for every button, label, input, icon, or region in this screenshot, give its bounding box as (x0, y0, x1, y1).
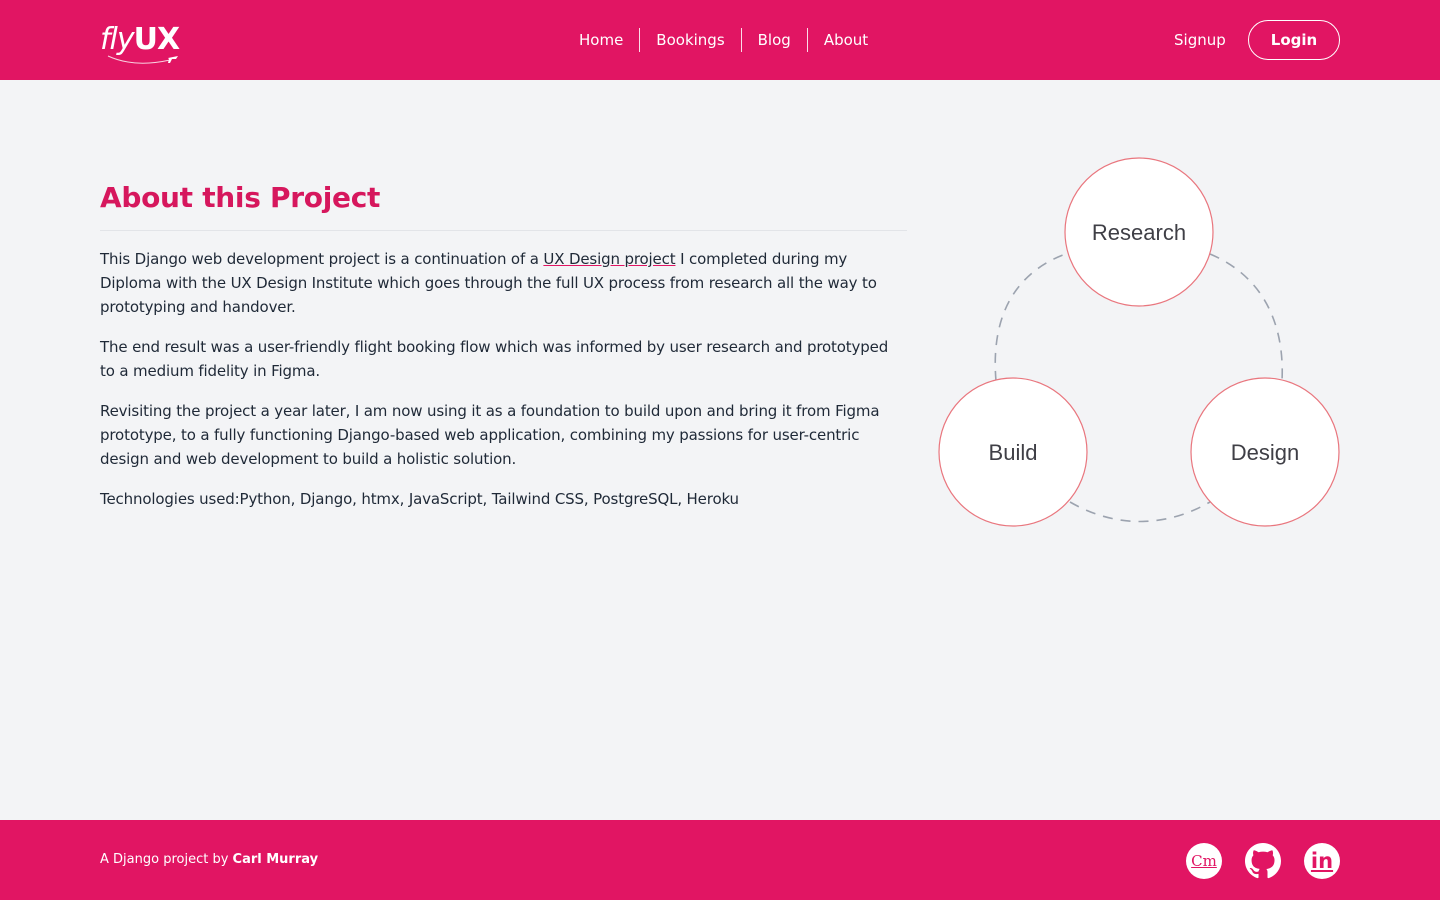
process-diagram: Research Build Design (930, 150, 1350, 540)
nav-bookings[interactable]: Bookings (639, 28, 740, 52)
signup-link[interactable]: Signup (1174, 28, 1226, 52)
credit-prefix: A Django project by (100, 852, 233, 867)
stage-build: Build (938, 377, 1088, 527)
plane-swoosh-icon (107, 55, 178, 64)
nav-blog[interactable]: Blog (740, 28, 807, 52)
stage-research: Research (1064, 157, 1214, 307)
title-divider (100, 230, 907, 231)
build-label: Build (989, 440, 1038, 465)
technologies-paragraph: Technologies used:Python, Django, htmx, … (100, 490, 739, 508)
portfolio-icon-label: Cm (1191, 852, 1217, 870)
connector-research-design (1209, 253, 1283, 382)
nav-home[interactable]: Home (563, 28, 639, 52)
page-title: About this Project (100, 181, 381, 214)
process-cycle-svg: Research Build Design (938, 157, 1340, 527)
flyux-logo[interactable]: flyUX (100, 20, 190, 68)
research-label: Research (1092, 220, 1186, 245)
github-icon[interactable] (1245, 843, 1281, 879)
linkedin-icon-label: in (1310, 849, 1334, 873)
ux-design-project-link[interactable]: UX Design project (543, 250, 675, 268)
linkedin-icon[interactable]: in (1304, 843, 1340, 879)
revisit-paragraph: Revisiting the project a year later, I a… (100, 402, 880, 468)
site-footer: A Django project by Carl Murray Cm in (0, 820, 1440, 900)
result-paragraph: The end result was a user-friendly fligh… (100, 338, 889, 380)
login-button[interactable]: Login (1248, 20, 1340, 60)
main-nav: Home Bookings Blog About (563, 28, 884, 52)
connector-build-design (1069, 501, 1211, 523)
github-icon-svg (1245, 843, 1281, 879)
about-section: About this Project This Django web devel… (100, 178, 907, 511)
footer-credit: A Django project by Carl Murray (100, 850, 318, 870)
author-link[interactable]: Carl Murray (233, 852, 319, 867)
intro-text-start: This Django web development project is a… (100, 250, 544, 268)
connector-build-research (994, 252, 1069, 382)
design-label: Design (1231, 440, 1299, 465)
nav-about[interactable]: About (806, 28, 884, 52)
stage-design: Design (1190, 377, 1340, 527)
intro-paragraph: This Django web development project is a… (100, 247, 907, 319)
portfolio-icon[interactable]: Cm (1186, 843, 1222, 879)
site-header: flyUX Home Bookings Blog About Signup Lo… (0, 0, 1440, 80)
